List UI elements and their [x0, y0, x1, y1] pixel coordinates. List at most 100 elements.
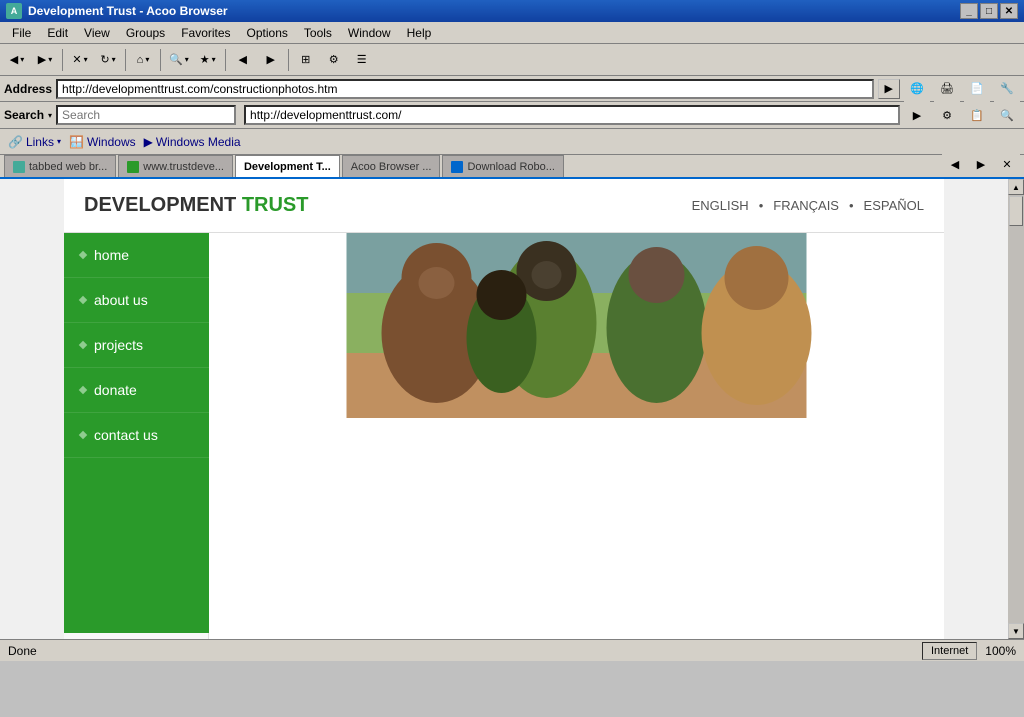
scroll-down-button[interactable]: ▼ — [1008, 623, 1024, 639]
menu-view[interactable]: View — [76, 24, 118, 42]
menu-window[interactable]: Window — [340, 24, 399, 42]
search-input[interactable] — [56, 105, 236, 125]
home-icon: ⌂ — [137, 54, 144, 66]
tab-tabbed-web[interactable]: tabbed web br... — [4, 155, 116, 177]
zone-text: Internet — [931, 645, 968, 657]
site-header: DEVELOPMENT TRUST ENGLISH • FRANÇAIS • E… — [64, 179, 944, 233]
lang-english[interactable]: ENGLISH — [692, 198, 749, 213]
search-button[interactable]: 🔍 ▾ — [165, 47, 193, 73]
menu-tools[interactable]: Tools — [296, 24, 340, 42]
nav-projects[interactable]: projects — [64, 323, 209, 368]
links-label: Links — [26, 135, 54, 149]
forward-button[interactable]: ▶ ▾ — [32, 47, 58, 73]
list-icon: ☰ — [357, 53, 367, 66]
search-links-row: Search ▾ ▶ ⚙ 📋 🔍 — [0, 102, 1024, 129]
address-input[interactable] — [56, 79, 874, 99]
links-button[interactable]: 🔗 Links ▾ — [8, 135, 61, 149]
page-button[interactable]: 📄 — [964, 76, 990, 102]
nav-bullet-about — [79, 296, 87, 304]
back-button[interactable]: ◀ ▾ — [4, 47, 30, 73]
links-bar: 🔗 Links ▾ 🪟 Windows ▶ Windows Media — [0, 129, 1024, 155]
lang-espanol[interactable]: ESPAÑOL — [864, 198, 924, 213]
nav-home[interactable]: home — [64, 233, 209, 278]
nav-contact-label: contact us — [94, 427, 158, 443]
links-arrow-icon: ▾ — [57, 137, 61, 146]
logo-trust: TRUST — [242, 194, 309, 216]
tab-scroll-left[interactable]: ◀ — [942, 151, 968, 177]
url-extra-button[interactable]: 📋 — [964, 102, 990, 128]
toolbar-separator-5 — [288, 49, 289, 71]
nav-donate[interactable]: donate — [64, 368, 209, 413]
nav-donate-label: donate — [94, 382, 137, 398]
stop-icon: ✕ — [72, 53, 81, 66]
menu-groups[interactable]: Groups — [118, 24, 173, 42]
nav-contact[interactable]: contact us — [64, 413, 209, 458]
search-dropdown-icon: ▾ — [48, 111, 52, 120]
nav-right-icon: ▶ — [266, 53, 274, 66]
url-extra2-button[interactable]: 🔍 — [994, 102, 1020, 128]
website: DEVELOPMENT TRUST ENGLISH • FRANÇAIS • E… — [64, 179, 944, 639]
print-icon: 🖨 — [940, 82, 954, 95]
tab-favicon-5 — [451, 161, 463, 173]
scroll-track[interactable] — [1008, 195, 1024, 623]
scroll-up-button[interactable]: ▲ — [1008, 179, 1024, 195]
site-body: home about us projects donate — [64, 233, 944, 633]
extra-button-3[interactable]: ☰ — [349, 47, 375, 73]
extra-button-1[interactable]: ⊞ — [293, 47, 319, 73]
close-button[interactable]: ✕ — [1000, 3, 1018, 19]
menu-help[interactable]: Help — [399, 24, 440, 42]
tab-download-robo[interactable]: Download Robo... — [442, 155, 563, 177]
search-arrow-icon: ▾ — [185, 55, 189, 64]
nav-right-button[interactable]: ▶ — [258, 47, 284, 73]
menu-favorites[interactable]: Favorites — [173, 24, 238, 42]
star-icon: ★ — [200, 53, 210, 66]
address-extra-btn[interactable]: 🌐 — [904, 76, 930, 102]
lang-francais[interactable]: FRANÇAIS — [773, 198, 839, 213]
nav-left-button[interactable]: ◀ — [230, 47, 256, 73]
scroll-thumb[interactable] — [1009, 196, 1023, 226]
nav-about-label: about us — [94, 292, 148, 308]
refresh-icon: ↻ — [100, 53, 109, 66]
extra-button-2[interactable]: ⚙ — [321, 47, 347, 73]
tools-button[interactable]: 🔧 — [994, 76, 1020, 102]
tab-label-4: Acoo Browser ... — [351, 161, 432, 173]
url-go-button[interactable]: ▶ — [904, 102, 930, 128]
stop-button[interactable]: ✕ ▾ — [67, 47, 93, 73]
tab-scroll-right[interactable]: ▶ — [968, 151, 994, 177]
tools-icon: 🔧 — [1000, 82, 1014, 95]
stop-arrow-icon: ▾ — [84, 55, 88, 64]
tab-label-2: www.trustdeve... — [143, 161, 224, 173]
nav-about-us[interactable]: about us — [64, 278, 209, 323]
home-button[interactable]: ⌂ ▾ — [130, 47, 156, 73]
minimize-button[interactable]: _ — [960, 3, 978, 19]
status-text: Done — [8, 644, 37, 658]
tabs-bar: tabbed web br... www.trustdeve... Develo… — [0, 155, 1024, 179]
windows-label: Windows — [87, 135, 136, 149]
main-toolbar: ◀ ▾ ▶ ▾ ✕ ▾ ↻ ▾ ⌂ ▾ 🔍 ▾ ★ ▾ ◀ ▶ ⊞ ⚙ ☰ — [0, 44, 1024, 76]
toolbar-separator-1 — [62, 49, 63, 71]
tab-development-trust[interactable]: Development T... — [235, 155, 340, 177]
tab-trust-dev[interactable]: www.trustdeve... — [118, 155, 233, 177]
menu-edit[interactable]: Edit — [39, 24, 76, 42]
tab-close-all[interactable]: ✕ — [994, 151, 1020, 177]
url-settings-button[interactable]: ⚙ — [934, 102, 960, 128]
toolbar-separator-3 — [160, 49, 161, 71]
windows-media-link[interactable]: ▶ Windows Media — [144, 135, 241, 149]
windows-icon: 🪟 — [69, 135, 84, 149]
menu-file[interactable]: File — [4, 24, 39, 42]
tab-acoo-browser[interactable]: Acoo Browser ... — [342, 155, 441, 177]
maximize-button[interactable]: □ — [980, 3, 998, 19]
address-go-button[interactable]: ▶ — [878, 79, 900, 99]
menu-options[interactable]: Options — [239, 24, 296, 42]
print-button[interactable]: 🖨 — [934, 76, 960, 102]
browser-content-area: DEVELOPMENT TRUST ENGLISH • FRANÇAIS • E… — [0, 179, 1024, 639]
favorites-button[interactable]: ★ ▾ — [195, 47, 221, 73]
grid-icon: ⊞ — [301, 53, 310, 66]
url-input-2[interactable] — [244, 105, 900, 125]
windows-link[interactable]: 🪟 Windows — [69, 135, 136, 149]
zone-display: Internet — [922, 642, 977, 660]
site-main: Drawings / Plans — [64, 633, 944, 639]
refresh-button[interactable]: ↻ ▾ — [95, 47, 121, 73]
forward-icon: ▶ — [38, 53, 46, 66]
language-nav: ENGLISH • FRANÇAIS • ESPAÑOL — [692, 198, 924, 213]
